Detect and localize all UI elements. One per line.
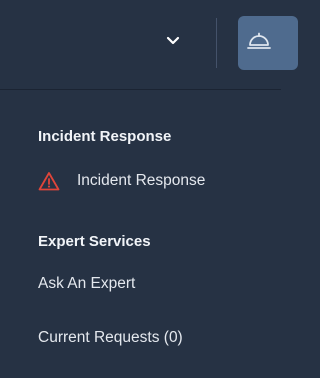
section-title-incident-response: Incident Response [38, 128, 172, 145]
warning-triangle-icon [38, 171, 60, 191]
dropdown-toggle-button[interactable] [158, 28, 188, 54]
service-bell-button[interactable] [238, 16, 298, 70]
menu-item-current-requests[interactable]: Current Requests (0) [38, 329, 183, 347]
menu-item-label: Incident Response [77, 172, 206, 189]
chevron-down-icon [166, 32, 180, 50]
section-title-expert-services: Expert Services [38, 233, 151, 250]
menu-item-label: Current Requests (0) [38, 329, 183, 346]
menu-item-label: Ask An Expert [38, 275, 136, 292]
service-bell-icon [246, 30, 272, 57]
menu-item-ask-an-expert[interactable]: Ask An Expert [38, 275, 135, 293]
menu-item-incident-response[interactable]: Incident Response [38, 171, 205, 191]
dropdown-menu: Incident Response Incident Response Expe… [0, 91, 281, 378]
toolbar-divider [216, 18, 217, 68]
top-bar [0, 0, 298, 90]
